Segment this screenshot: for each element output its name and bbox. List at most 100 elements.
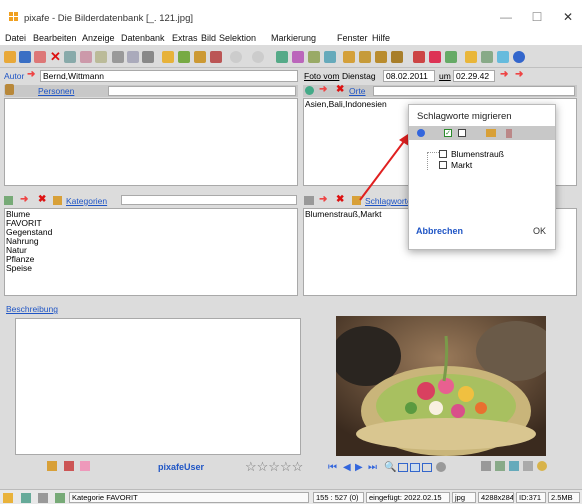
keyword-arrow-icon[interactable]: ➜ xyxy=(319,194,327,205)
menu-anzeige[interactable]: Anzeige xyxy=(82,33,115,43)
filter-icon[interactable] xyxy=(162,51,174,63)
crop-icon[interactable] xyxy=(413,51,425,63)
tools-icon[interactable] xyxy=(276,51,288,63)
cancel-button[interactable]: Abbrechen xyxy=(416,226,463,236)
category-arrow-icon[interactable]: ➜ xyxy=(20,194,28,205)
delete-icon[interactable]: ✕ xyxy=(50,49,61,65)
edit-image-icon[interactable] xyxy=(495,461,505,471)
user-icon[interactable] xyxy=(210,51,222,63)
persons-label[interactable]: Personen xyxy=(38,86,74,96)
color-icon[interactable] xyxy=(429,51,441,63)
categories-label[interactable]: Kategorien xyxy=(66,196,107,206)
keyword-checkbox[interactable] xyxy=(439,150,447,158)
category-tree-icon[interactable] xyxy=(53,196,62,205)
places-search-field[interactable] xyxy=(373,86,575,96)
people-add-icon[interactable] xyxy=(359,51,371,63)
people-tool2-icon[interactable] xyxy=(64,461,74,471)
light-icon[interactable] xyxy=(537,461,547,471)
search-icon[interactable] xyxy=(112,51,124,63)
send-icon[interactable] xyxy=(497,51,509,63)
play-icon[interactable] xyxy=(436,462,446,472)
next-icon[interactable]: ▶ xyxy=(355,462,363,473)
dialog-keyword-item[interactable]: Markt xyxy=(451,161,472,170)
back-icon[interactable] xyxy=(230,51,242,63)
tree-icon[interactable] xyxy=(486,129,496,137)
places-delete-icon[interactable]: ✖ xyxy=(336,84,344,95)
category-item[interactable]: Speise xyxy=(6,264,32,273)
settings-icon[interactable] xyxy=(308,51,320,63)
menu-bearbeiten[interactable]: Bearbeiten xyxy=(33,33,77,43)
menu-datei[interactable]: Datei xyxy=(5,33,26,43)
replace-icon[interactable] xyxy=(127,51,139,63)
category-delete-icon[interactable]: ✖ xyxy=(38,194,46,205)
find-next-icon[interactable] xyxy=(178,51,190,63)
menu-bild[interactable]: Bild xyxy=(201,33,216,43)
forward-icon[interactable] xyxy=(252,51,264,63)
keyword-checkbox[interactable] xyxy=(439,161,447,169)
help-icon[interactable] xyxy=(417,129,425,137)
photo-arrow2-icon[interactable]: ➜ xyxy=(515,69,523,80)
author-field[interactable]: Bernd,Wittmann xyxy=(40,70,298,82)
edit-tool-icon[interactable] xyxy=(80,461,90,471)
open-folder-icon[interactable] xyxy=(4,51,16,63)
close-button[interactable]: ✕ xyxy=(558,10,578,24)
view-list-icon[interactable] xyxy=(422,463,432,472)
dialog-keyword-item[interactable]: Blumenstrauß xyxy=(451,150,504,159)
description-label[interactable]: Beschreibung xyxy=(6,304,58,314)
places-arrow-icon[interactable]: ➜ xyxy=(319,84,327,95)
minimize-button[interactable]: — xyxy=(496,10,516,24)
first-icon[interactable]: ⏮ xyxy=(328,462,337,473)
prev-icon[interactable]: ◀ xyxy=(343,462,351,473)
menu-datenbank[interactable]: Datenbank xyxy=(121,33,165,43)
copy-icon[interactable] xyxy=(80,51,92,63)
author-arrow-icon[interactable]: ➜ xyxy=(27,69,35,80)
zoom-icon[interactable]: 🔍 xyxy=(384,462,396,473)
rating-stars[interactable]: ☆☆☆☆☆ xyxy=(245,459,303,475)
paste-icon[interactable] xyxy=(95,51,107,63)
places-label[interactable]: Orte xyxy=(349,86,366,96)
photo-preview[interactable] xyxy=(336,316,546,456)
categories-list[interactable] xyxy=(4,208,298,296)
menu-hilfe[interactable]: Hilfe xyxy=(372,33,390,43)
photo-time-field[interactable]: 02.29.42 xyxy=(453,70,495,82)
save-icon[interactable] xyxy=(19,51,31,63)
info-icon[interactable] xyxy=(523,461,533,471)
maximize-button[interactable]: ☐ xyxy=(527,10,547,24)
info-icon[interactable] xyxy=(465,51,477,63)
mail-icon[interactable] xyxy=(509,461,519,471)
mark-icon[interactable] xyxy=(194,51,206,63)
menu-extras[interactable]: Extras xyxy=(172,33,198,43)
photo-date-field[interactable]: 08.02.2011 xyxy=(383,70,435,82)
keyword-delete-icon[interactable]: ✖ xyxy=(336,194,344,205)
categories-search-field[interactable] xyxy=(121,195,297,205)
menu-markierung[interactable]: Markierung xyxy=(271,33,316,43)
export-icon[interactable] xyxy=(324,51,336,63)
import-icon[interactable] xyxy=(34,51,46,63)
persons-search-field[interactable] xyxy=(108,86,296,96)
check-all-checkbox[interactable]: ✓ xyxy=(444,129,452,137)
uncheck-all-checkbox[interactable] xyxy=(458,129,466,137)
group-add-icon[interactable] xyxy=(391,51,403,63)
menu-selektion[interactable]: Selektion xyxy=(219,33,256,43)
help-icon[interactable] xyxy=(513,51,525,63)
persons-list[interactable] xyxy=(4,98,298,186)
people-icon[interactable] xyxy=(343,51,355,63)
photo-arrow-icon[interactable]: ➜ xyxy=(500,69,508,80)
people-tool-icon[interactable] xyxy=(47,461,57,471)
camera-icon[interactable] xyxy=(481,461,491,471)
grid-icon[interactable] xyxy=(445,51,457,63)
last-icon[interactable]: ⏭ xyxy=(368,462,377,473)
find-icon[interactable] xyxy=(142,51,154,63)
view-single-icon[interactable] xyxy=(398,463,408,472)
view-grid-icon[interactable] xyxy=(410,463,420,472)
print-icon[interactable] xyxy=(481,51,493,63)
sort-icon[interactable] xyxy=(506,129,512,138)
group-icon[interactable] xyxy=(375,51,387,63)
link-icon[interactable] xyxy=(292,51,304,63)
description-textarea[interactable] xyxy=(15,318,301,455)
ok-button[interactable]: OK xyxy=(533,226,546,236)
places-value[interactable]: Asien,Bali,Indonesien xyxy=(305,100,387,109)
menu-fenster[interactable]: Fenster xyxy=(337,33,368,43)
undo-icon[interactable] xyxy=(64,51,76,63)
keywords-value[interactable]: Blumenstrauß,Markt xyxy=(305,210,382,219)
